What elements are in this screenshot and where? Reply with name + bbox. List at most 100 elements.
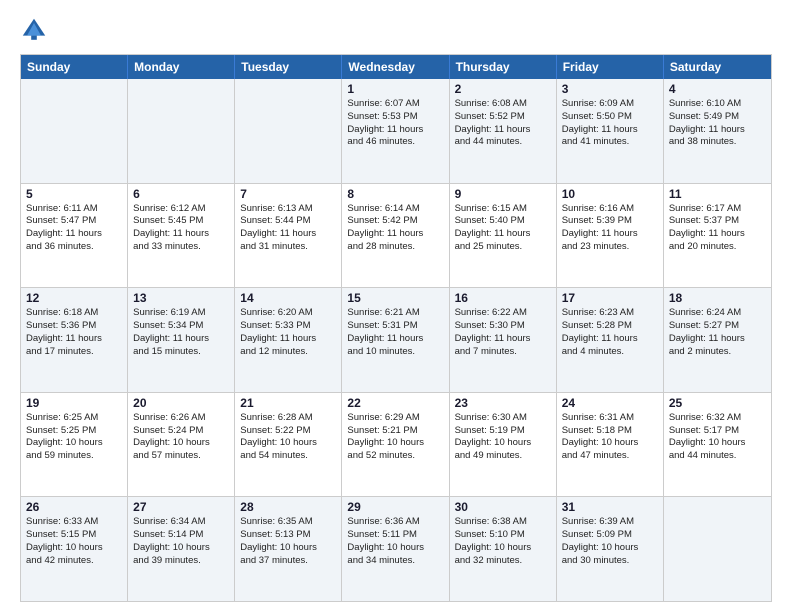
day-number: 29: [347, 500, 443, 514]
day-number: 4: [669, 82, 766, 96]
weekday-header-sunday: Sunday: [21, 55, 128, 79]
cell-info: Sunrise: 6:20 AMSunset: 5:33 PMDaylight:…: [240, 307, 336, 358]
cal-cell-r3-c0: 19Sunrise: 6:25 AMSunset: 5:25 PMDayligh…: [21, 393, 128, 497]
day-number: 16: [455, 291, 551, 305]
day-number: 10: [562, 187, 658, 201]
cell-info: Sunrise: 6:30 AMSunset: 5:19 PMDaylight:…: [455, 412, 551, 463]
cal-cell-r1-c4: 9 Sunrise: 6:15 AMSunset: 5:40 PMDaylight…: [450, 184, 557, 288]
cell-info: Sunrise: 6:12 AMSunset: 5:45 PMDaylight:…: [133, 203, 229, 254]
cell-info: Sunrise: 6:29 AMSunset: 5:21 PMDaylight:…: [347, 412, 443, 463]
cal-cell-r3-c4: 23 Sunrise: 6:30 AMSunset: 5:19 PMDayligh…: [450, 393, 557, 497]
cal-cell-r4-c5: 31 Sunrise: 6:39 AMSunset: 5:09 PMDayligh…: [557, 497, 664, 601]
cell-info: Sunrise: 6:32 AMSunset: 5:17 PMDaylight:…: [669, 412, 766, 463]
cal-cell-r4-c4: 30Sunrise: 6:38 AMSunset: 5:10 PMDayligh…: [450, 497, 557, 601]
cal-cell-r3-c2: 21 Sunrise: 6:28 AMSunset: 5:22 PMDayligh…: [235, 393, 342, 497]
day-number: 31: [562, 500, 658, 514]
cell-info: Sunrise: 6:22 AMSunset: 5:30 PMDaylight:…: [455, 307, 551, 358]
calendar-header: SundayMondayTuesdayWednesdayThursdayFrid…: [21, 55, 771, 79]
cell-info: Sunrise: 6:21 AMSunset: 5:31 PMDaylight:…: [347, 307, 443, 358]
day-number: 9: [455, 187, 551, 201]
day-number: 18: [669, 291, 766, 305]
cal-cell-r4-c1: 27 Sunrise: 6:34 AMSunset: 5:14 PMDayligh…: [128, 497, 235, 601]
day-number: 23: [455, 396, 551, 410]
page: SundayMondayTuesdayWednesdayThursdayFrid…: [0, 0, 792, 612]
cal-cell-r1-c6: 11 Sunrise: 6:17 AMSunset: 5:37 PMDayligh…: [664, 184, 771, 288]
cal-cell-r3-c3: 22 Sunrise: 6:29 AMSunset: 5:21 PMDayligh…: [342, 393, 449, 497]
cal-cell-r0-c4: 2Sunrise: 6:08 AMSunset: 5:52 PMDaylight…: [450, 79, 557, 183]
cal-cell-r2-c1: 13 Sunrise: 6:19 AMSunset: 5:34 PMDayligh…: [128, 288, 235, 392]
day-number: 25: [669, 396, 766, 410]
cell-info: Sunrise: 6:13 AMSunset: 5:44 PMDaylight:…: [240, 203, 336, 254]
cell-info: Sunrise: 6:10 AMSunset: 5:49 PMDaylight:…: [669, 98, 766, 149]
weekday-header-thursday: Thursday: [450, 55, 557, 79]
cal-cell-r1-c1: 6Sunrise: 6:12 AMSunset: 5:45 PMDaylight…: [128, 184, 235, 288]
cal-cell-r0-c2: [235, 79, 342, 183]
cal-cell-r4-c6: [664, 497, 771, 601]
cal-cell-r2-c4: 16 Sunrise: 6:22 AMSunset: 5:30 PMDayligh…: [450, 288, 557, 392]
calendar-row-4: 26 Sunrise: 6:33 AMSunset: 5:15 PMDayligh…: [21, 496, 771, 601]
weekday-header-friday: Friday: [557, 55, 664, 79]
day-number: 21: [240, 396, 336, 410]
day-number: 17: [562, 291, 658, 305]
cell-info: Sunrise: 6:18 AMSunset: 5:36 PMDaylight:…: [26, 307, 122, 358]
cal-cell-r4-c2: 28 Sunrise: 6:35 AMSunset: 5:13 PMDayligh…: [235, 497, 342, 601]
cal-cell-r0-c1: [128, 79, 235, 183]
cal-cell-r3-c5: 24 Sunrise: 6:31 AMSunset: 5:18 PMDayligh…: [557, 393, 664, 497]
day-number: 11: [669, 187, 766, 201]
cell-info: Sunrise: 6:28 AMSunset: 5:22 PMDaylight:…: [240, 412, 336, 463]
cell-info: Sunrise: 6:08 AMSunset: 5:52 PMDaylight:…: [455, 98, 551, 149]
header: [20, 16, 772, 44]
cell-info: Sunrise: 6:34 AMSunset: 5:14 PMDaylight:…: [133, 516, 229, 567]
cal-cell-r0-c6: 4 Sunrise: 6:10 AMSunset: 5:49 PMDaylight…: [664, 79, 771, 183]
day-number: 28: [240, 500, 336, 514]
day-number: 13: [133, 291, 229, 305]
day-number: 19: [26, 396, 122, 410]
cal-cell-r4-c0: 26 Sunrise: 6:33 AMSunset: 5:15 PMDayligh…: [21, 497, 128, 601]
cell-info: Sunrise: 6:15 AMSunset: 5:40 PMDaylight:…: [455, 203, 551, 254]
cell-info: Sunrise: 6:35 AMSunset: 5:13 PMDaylight:…: [240, 516, 336, 567]
cell-info: Sunrise: 6:19 AMSunset: 5:34 PMDaylight:…: [133, 307, 229, 358]
day-number: 5: [26, 187, 122, 201]
weekday-header-saturday: Saturday: [664, 55, 771, 79]
day-number: 22: [347, 396, 443, 410]
cell-info: Sunrise: 6:23 AMSunset: 5:28 PMDaylight:…: [562, 307, 658, 358]
cal-cell-r2-c0: 12 Sunrise: 6:18 AMSunset: 5:36 PMDayligh…: [21, 288, 128, 392]
day-number: 26: [26, 500, 122, 514]
cell-info: Sunrise: 6:14 AMSunset: 5:42 PMDaylight:…: [347, 203, 443, 254]
day-number: 27: [133, 500, 229, 514]
calendar-row-3: 19Sunrise: 6:25 AMSunset: 5:25 PMDayligh…: [21, 392, 771, 497]
calendar-body: 1Sunrise: 6:07 AMSunset: 5:53 PMDaylight…: [21, 79, 771, 601]
day-number: 12: [26, 291, 122, 305]
logo-icon: [20, 16, 48, 44]
day-number: 15: [347, 291, 443, 305]
cell-info: Sunrise: 6:24 AMSunset: 5:27 PMDaylight:…: [669, 307, 766, 358]
cell-info: Sunrise: 6:17 AMSunset: 5:37 PMDaylight:…: [669, 203, 766, 254]
cal-cell-r0-c3: 1Sunrise: 6:07 AMSunset: 5:53 PMDaylight…: [342, 79, 449, 183]
day-number: 14: [240, 291, 336, 305]
cal-cell-r4-c3: 29Sunrise: 6:36 AMSunset: 5:11 PMDayligh…: [342, 497, 449, 601]
day-number: 8: [347, 187, 443, 201]
cal-cell-r3-c1: 20Sunrise: 6:26 AMSunset: 5:24 PMDayligh…: [128, 393, 235, 497]
cell-info: Sunrise: 6:39 AMSunset: 5:09 PMDaylight:…: [562, 516, 658, 567]
cal-cell-r1-c3: 8 Sunrise: 6:14 AMSunset: 5:42 PMDaylight…: [342, 184, 449, 288]
calendar: SundayMondayTuesdayWednesdayThursdayFrid…: [20, 54, 772, 602]
cell-info: Sunrise: 6:11 AMSunset: 5:47 PMDaylight:…: [26, 203, 122, 254]
cell-info: Sunrise: 6:16 AMSunset: 5:39 PMDaylight:…: [562, 203, 658, 254]
day-number: 3: [562, 82, 658, 96]
cell-info: Sunrise: 6:33 AMSunset: 5:15 PMDaylight:…: [26, 516, 122, 567]
cal-cell-r2-c5: 17 Sunrise: 6:23 AMSunset: 5:28 PMDayligh…: [557, 288, 664, 392]
logo: [20, 16, 52, 44]
cal-cell-r0-c0: [21, 79, 128, 183]
day-number: 7: [240, 187, 336, 201]
cal-cell-r1-c2: 7 Sunrise: 6:13 AMSunset: 5:44 PMDaylight…: [235, 184, 342, 288]
cal-cell-r2-c3: 15 Sunrise: 6:21 AMSunset: 5:31 PMDayligh…: [342, 288, 449, 392]
day-number: 1: [347, 82, 443, 96]
day-number: 24: [562, 396, 658, 410]
cell-info: Sunrise: 6:38 AMSunset: 5:10 PMDaylight:…: [455, 516, 551, 567]
cal-cell-r3-c6: 25 Sunrise: 6:32 AMSunset: 5:17 PMDayligh…: [664, 393, 771, 497]
cell-info: Sunrise: 6:31 AMSunset: 5:18 PMDaylight:…: [562, 412, 658, 463]
cell-info: Sunrise: 6:09 AMSunset: 5:50 PMDaylight:…: [562, 98, 658, 149]
calendar-row-2: 12 Sunrise: 6:18 AMSunset: 5:36 PMDayligh…: [21, 287, 771, 392]
weekday-header-monday: Monday: [128, 55, 235, 79]
calendar-row-0: 1Sunrise: 6:07 AMSunset: 5:53 PMDaylight…: [21, 79, 771, 183]
